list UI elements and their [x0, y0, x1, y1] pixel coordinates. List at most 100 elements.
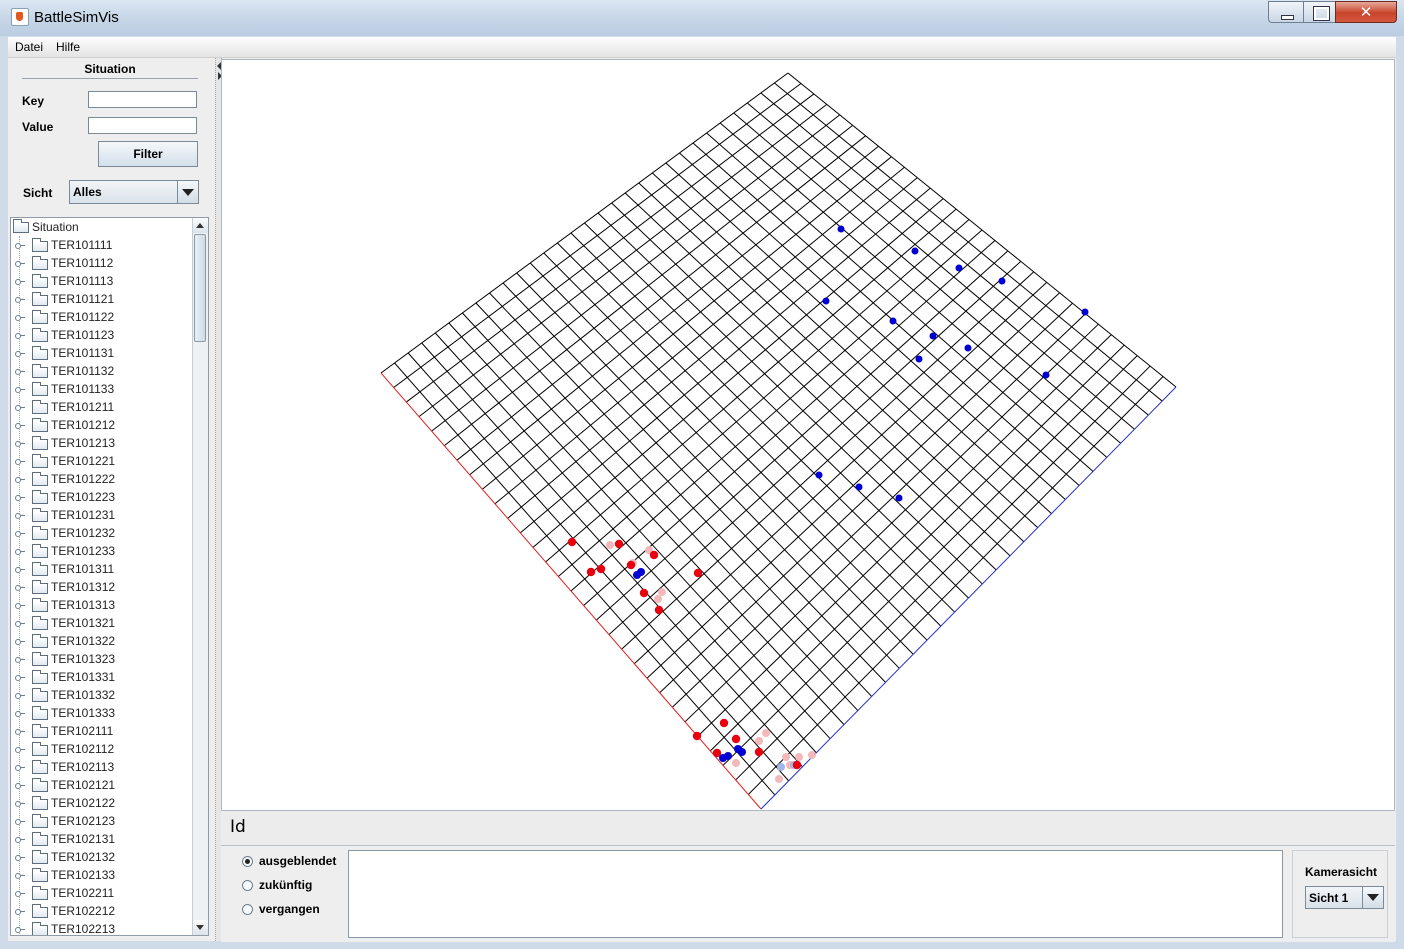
- tree-item[interactable]: TER102213: [11, 920, 194, 935]
- expand-handle-icon[interactable]: [15, 855, 25, 861]
- expand-handle-icon[interactable]: [15, 873, 25, 879]
- expand-handle-icon[interactable]: [15, 369, 25, 375]
- blue-unit-marker[interactable]: [637, 568, 645, 576]
- expand-handle-icon[interactable]: [15, 261, 25, 267]
- tree-item[interactable]: TER101233: [11, 542, 194, 560]
- tree-item[interactable]: TER102122: [11, 794, 194, 812]
- chevron-down-icon[interactable]: [177, 181, 198, 203]
- tree-item[interactable]: TER101322: [11, 632, 194, 650]
- radio-button[interactable]: [242, 880, 253, 891]
- blue-unit-marker[interactable]: [911, 247, 919, 255]
- ghost-red-marker[interactable]: [795, 753, 803, 761]
- tree-item[interactable]: TER101232: [11, 524, 194, 542]
- red-unit-marker[interactable]: [596, 564, 606, 574]
- ghost-red-marker[interactable]: [782, 753, 790, 761]
- expand-handle-icon[interactable]: [15, 639, 25, 645]
- ghost-red-marker[interactable]: [775, 775, 783, 783]
- value-input[interactable]: [88, 117, 197, 134]
- ghost-red-marker[interactable]: [762, 729, 770, 737]
- tree-item[interactable]: TER101212: [11, 416, 194, 434]
- tree-item[interactable]: TER101223: [11, 488, 194, 506]
- blue-unit-marker[interactable]: [815, 471, 823, 479]
- expand-handle-icon[interactable]: [15, 387, 25, 393]
- tree-item[interactable]: TER101333: [11, 704, 194, 722]
- expand-handle-icon[interactable]: [15, 675, 25, 681]
- expand-handle-icon[interactable]: [15, 837, 25, 843]
- tree-item[interactable]: TER101123: [11, 326, 194, 344]
- expand-handle-icon[interactable]: [15, 351, 25, 357]
- red-unit-marker[interactable]: [654, 605, 664, 615]
- blue-unit-marker[interactable]: [837, 225, 845, 233]
- blue-unit-marker[interactable]: [1081, 308, 1089, 316]
- blue-unit-marker[interactable]: [895, 494, 903, 502]
- scroll-up-button[interactable]: [193, 218, 208, 233]
- ghost-red-marker[interactable]: [732, 759, 740, 767]
- expand-handle-icon[interactable]: [15, 711, 25, 717]
- expand-handle-icon[interactable]: [15, 495, 25, 501]
- red-unit-marker[interactable]: [567, 537, 577, 547]
- expand-handle-icon[interactable]: [15, 297, 25, 303]
- expand-handle-icon[interactable]: [15, 909, 25, 915]
- tree-item[interactable]: TER101211: [11, 398, 194, 416]
- chevron-down-icon[interactable]: [1362, 887, 1383, 908]
- tree-item[interactable]: TER101132: [11, 362, 194, 380]
- red-unit-marker[interactable]: [626, 560, 636, 570]
- red-unit-marker[interactable]: [692, 731, 702, 741]
- tree-item[interactable]: TER102131: [11, 830, 194, 848]
- blue-unit-marker[interactable]: [955, 264, 963, 272]
- red-unit-marker[interactable]: [614, 539, 624, 549]
- expand-handle-icon[interactable]: [15, 513, 25, 519]
- tree-item[interactable]: TER101321: [11, 614, 194, 632]
- blue-unit-marker[interactable]: [889, 317, 897, 325]
- situation-tree[interactable]: Situation TER101111 TER101112 TER101113 TER…: [10, 217, 209, 936]
- blue-unit-marker[interactable]: [738, 748, 746, 756]
- minimize-button[interactable]: [1268, 1, 1304, 23]
- blue-unit-marker[interactable]: [964, 344, 972, 352]
- tree-item[interactable]: TER101112: [11, 254, 194, 272]
- tree-item[interactable]: TER101111: [11, 236, 194, 254]
- blue-unit-marker[interactable]: [822, 297, 830, 305]
- menu-datei[interactable]: Datei: [15, 40, 43, 54]
- tree-item[interactable]: TER101131: [11, 344, 194, 362]
- tree-item[interactable]: TER101311: [11, 560, 194, 578]
- ghost-red-marker[interactable]: [654, 595, 662, 603]
- ghost-red-marker[interactable]: [606, 541, 614, 549]
- expand-handle-icon[interactable]: [15, 441, 25, 447]
- expand-handle-icon[interactable]: [15, 567, 25, 573]
- view-select[interactable]: Alles: [69, 180, 199, 204]
- tree-item[interactable]: TER101313: [11, 596, 194, 614]
- tree-item[interactable]: TER102132: [11, 848, 194, 866]
- radio-button-selected[interactable]: [242, 856, 253, 867]
- ghost-red-marker[interactable]: [755, 737, 763, 745]
- tree-item[interactable]: TER102111: [11, 722, 194, 740]
- tree-item[interactable]: TER102212: [11, 902, 194, 920]
- expand-handle-icon[interactable]: [15, 765, 25, 771]
- blue-unit-marker[interactable]: [929, 332, 937, 340]
- tree-item[interactable]: TER101122: [11, 308, 194, 326]
- tree-item[interactable]: TER101113: [11, 272, 194, 290]
- camera-select[interactable]: Sicht 1: [1305, 886, 1384, 909]
- menu-hilfe[interactable]: Hilfe: [56, 40, 80, 54]
- tree-item[interactable]: TER101121: [11, 290, 194, 308]
- expand-handle-icon[interactable]: [15, 243, 25, 249]
- radio-button[interactable]: [242, 904, 253, 915]
- expand-handle-icon[interactable]: [15, 477, 25, 483]
- scroll-down-button[interactable]: [193, 920, 208, 935]
- red-unit-marker[interactable]: [731, 734, 741, 744]
- maximize-button[interactable]: [1303, 1, 1336, 23]
- expand-handle-icon[interactable]: [15, 693, 25, 699]
- expand-handle-icon[interactable]: [15, 459, 25, 465]
- blue-unit-marker[interactable]: [915, 355, 923, 363]
- expand-handle-icon[interactable]: [15, 621, 25, 627]
- red-unit-marker[interactable]: [754, 747, 764, 757]
- expand-handle-icon[interactable]: [15, 333, 25, 339]
- tree-item[interactable]: TER102133: [11, 866, 194, 884]
- details-textarea[interactable]: [348, 850, 1283, 938]
- tree-item[interactable]: TER101133: [11, 380, 194, 398]
- ghost-red-marker[interactable]: [658, 588, 666, 596]
- battlefield-view[interactable]: [221, 59, 1395, 811]
- tree-scrollbar[interactable]: [192, 218, 208, 935]
- expand-handle-icon[interactable]: [15, 657, 25, 663]
- expand-handle-icon[interactable]: [15, 549, 25, 555]
- close-button[interactable]: ✕: [1335, 1, 1397, 23]
